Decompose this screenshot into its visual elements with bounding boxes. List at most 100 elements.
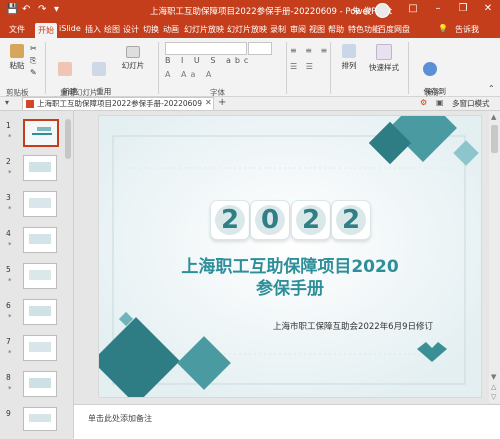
thumbnail-2[interactable] bbox=[23, 155, 57, 181]
font-size-input[interactable] bbox=[248, 42, 272, 55]
prev-slide-icon[interactable]: △ bbox=[491, 383, 496, 391]
document-tab-name: 上海职工互助保障项目2022参保手册-20220609 bbox=[37, 99, 202, 108]
thumbnail-9[interactable] bbox=[23, 407, 57, 431]
new-tab-icon[interactable]: + bbox=[218, 97, 226, 108]
slide-scrollbar[interactable]: ▲ ▼ △ ▽ bbox=[489, 111, 500, 403]
year-digit-box: 2 bbox=[291, 200, 331, 240]
thumb-number: 2 bbox=[6, 157, 11, 166]
notes-placeholder[interactable]: 单击此处添加备注 bbox=[88, 413, 152, 424]
new-slide-icon bbox=[58, 62, 72, 76]
tab-view[interactable]: 视图 bbox=[309, 24, 325, 35]
tab-design[interactable]: 设计 bbox=[123, 24, 139, 35]
notes-pane[interactable]: 单击此处添加备注 bbox=[74, 404, 500, 439]
pin-icon[interactable]: ▣ bbox=[436, 98, 444, 107]
close-icon[interactable]: ✕ bbox=[480, 3, 496, 14]
tab-draw[interactable]: 绘图 bbox=[104, 24, 120, 35]
undo-icon[interactable]: ↶ bbox=[22, 4, 30, 15]
quick-styles-icon bbox=[376, 44, 392, 60]
restore-icon[interactable]: ❐ bbox=[455, 3, 471, 14]
cut-icon[interactable]: ✂ bbox=[30, 44, 37, 53]
document-tab-row: ▾ 上海职工互助保障项目2022参保手册-20220609 ✕ + ⚙ ▣ 多窗… bbox=[0, 97, 500, 111]
user-name[interactable]: 朱 俊 bbox=[352, 5, 372, 17]
year-digit-box: 2 bbox=[210, 200, 250, 240]
tab-list-icon[interactable]: ▾ bbox=[5, 98, 9, 107]
slide-subtitle[interactable]: 参保手册 bbox=[99, 279, 481, 300]
clipboard-icon bbox=[10, 44, 24, 58]
tell-me-search[interactable]: 告诉我 bbox=[455, 24, 479, 35]
tab-transitions[interactable]: 切换 bbox=[143, 24, 159, 35]
close-tab-icon[interactable]: ✕ bbox=[205, 98, 212, 107]
title-bar: 💾 ↶ ↷ ▾ 上海职工互助保障项目2022参保手册-20220609 - Po… bbox=[0, 0, 500, 22]
tab-slideshow-2[interactable]: 幻灯片放映 bbox=[227, 24, 267, 35]
year-digit: 2 bbox=[215, 205, 245, 235]
quick-styles-button[interactable]: 快速样式 bbox=[366, 44, 402, 73]
settings-icon[interactable]: ⚙ bbox=[420, 98, 427, 107]
thumbnail-4[interactable] bbox=[23, 227, 57, 253]
tab-baidu[interactable]: 百度网盘 bbox=[378, 24, 410, 35]
thumb-star: * bbox=[8, 205, 12, 213]
font-color-buttons[interactable]: A Aa A bbox=[165, 70, 215, 79]
separator bbox=[330, 42, 331, 94]
align-buttons[interactable]: ☰ ☰ bbox=[290, 62, 316, 71]
thumb-star: * bbox=[8, 349, 12, 357]
minimize-icon[interactable]: – bbox=[430, 3, 446, 14]
avatar[interactable] bbox=[375, 3, 390, 18]
year-digit: 2 bbox=[336, 205, 366, 235]
thumb-number: 4 bbox=[6, 229, 11, 238]
thumbnail-8[interactable] bbox=[23, 371, 57, 397]
multi-window-mode[interactable]: 多窗口模式 bbox=[452, 98, 490, 109]
reuse-slide-icon bbox=[92, 62, 106, 76]
tab-help[interactable]: 帮助 bbox=[328, 24, 344, 35]
collapse-ribbon-icon[interactable]: ⌃ bbox=[488, 84, 495, 93]
thumbnail-3[interactable] bbox=[23, 191, 57, 217]
customize-quick-access-icon[interactable]: ▾ bbox=[54, 4, 59, 15]
arrange-button[interactable]: 排列 bbox=[335, 44, 363, 71]
font-name-input[interactable] bbox=[165, 42, 247, 55]
tab-record[interactable]: 录制 bbox=[270, 24, 286, 35]
quick-styles-label: 快速样式 bbox=[369, 63, 399, 72]
paste-label: 粘贴 bbox=[9, 61, 25, 70]
scroll-thumb[interactable] bbox=[491, 125, 498, 153]
save-icon[interactable]: 💾 bbox=[6, 4, 18, 15]
tab-slideshow-1[interactable]: 幻灯片放映 bbox=[184, 24, 224, 35]
thumb-number: 7 bbox=[6, 337, 11, 346]
tab-features[interactable]: 特色功能 bbox=[348, 24, 380, 35]
slide-canvas[interactable]: 2 0 2 2 上海职工互助保障项目2020 参保手册 上海市职工保障互助会20… bbox=[98, 115, 482, 398]
paste-button[interactable]: 粘贴 bbox=[6, 44, 28, 71]
redo-icon[interactable]: ↷ bbox=[38, 4, 46, 15]
tab-animations[interactable]: 动画 bbox=[163, 24, 179, 35]
next-slide-icon[interactable]: ▽ bbox=[491, 393, 496, 401]
font-format-buttons[interactable]: B I U S abc bbox=[165, 56, 252, 65]
copy-icon[interactable]: ⎘ bbox=[30, 56, 36, 66]
thumbnail-7[interactable] bbox=[23, 335, 57, 361]
tab-review[interactable]: 审阅 bbox=[290, 24, 306, 35]
tab-insert[interactable]: 插入 bbox=[85, 24, 101, 35]
slides-label: 幻灯片 bbox=[121, 61, 145, 70]
org-date-text[interactable]: 上海市职工保障互助会2022年6月9日修订 bbox=[99, 320, 481, 332]
thumb-star: * bbox=[8, 169, 12, 177]
thumbnail-scrollbar[interactable] bbox=[65, 119, 71, 159]
thumb-star: * bbox=[8, 385, 12, 393]
tab-islide[interactable]: iSlide bbox=[59, 24, 81, 33]
thumbnail-1[interactable] bbox=[23, 119, 59, 147]
arrange-icon bbox=[342, 44, 356, 58]
thumbnail-5[interactable] bbox=[23, 263, 57, 289]
thumbnail-6[interactable] bbox=[23, 299, 57, 325]
layout-icon bbox=[126, 46, 140, 58]
slides-layout-button[interactable]: 幻灯片 bbox=[118, 46, 148, 71]
tab-file[interactable]: 文件 bbox=[9, 24, 25, 35]
paragraph-buttons[interactable]: ≡ ≡ ≡ bbox=[290, 46, 330, 55]
year-digit: 0 bbox=[255, 205, 285, 235]
document-tab[interactable]: 上海职工互助保障项目2022参保手册-20220609 bbox=[22, 97, 214, 110]
year-digit: 2 bbox=[296, 205, 326, 235]
thumb-star: * bbox=[8, 277, 12, 285]
thumb-number: 3 bbox=[6, 193, 11, 202]
thumb-number: 8 bbox=[6, 373, 11, 382]
thumb-star: * bbox=[8, 241, 12, 249]
tab-home[interactable]: 开始 bbox=[35, 23, 57, 39]
thumb-number: 1 bbox=[6, 121, 11, 130]
slide-title[interactable]: 上海职工互助保障项目2020 bbox=[99, 257, 481, 278]
ribbon-display-options-icon[interactable]: □ bbox=[405, 3, 421, 14]
ribbon-tabs: 文件 开始 iSlide 插入 绘图 设计 切换 动画 幻灯片放映 幻灯片放映 … bbox=[0, 22, 500, 39]
format-painter-icon[interactable]: ✎ bbox=[30, 68, 37, 77]
